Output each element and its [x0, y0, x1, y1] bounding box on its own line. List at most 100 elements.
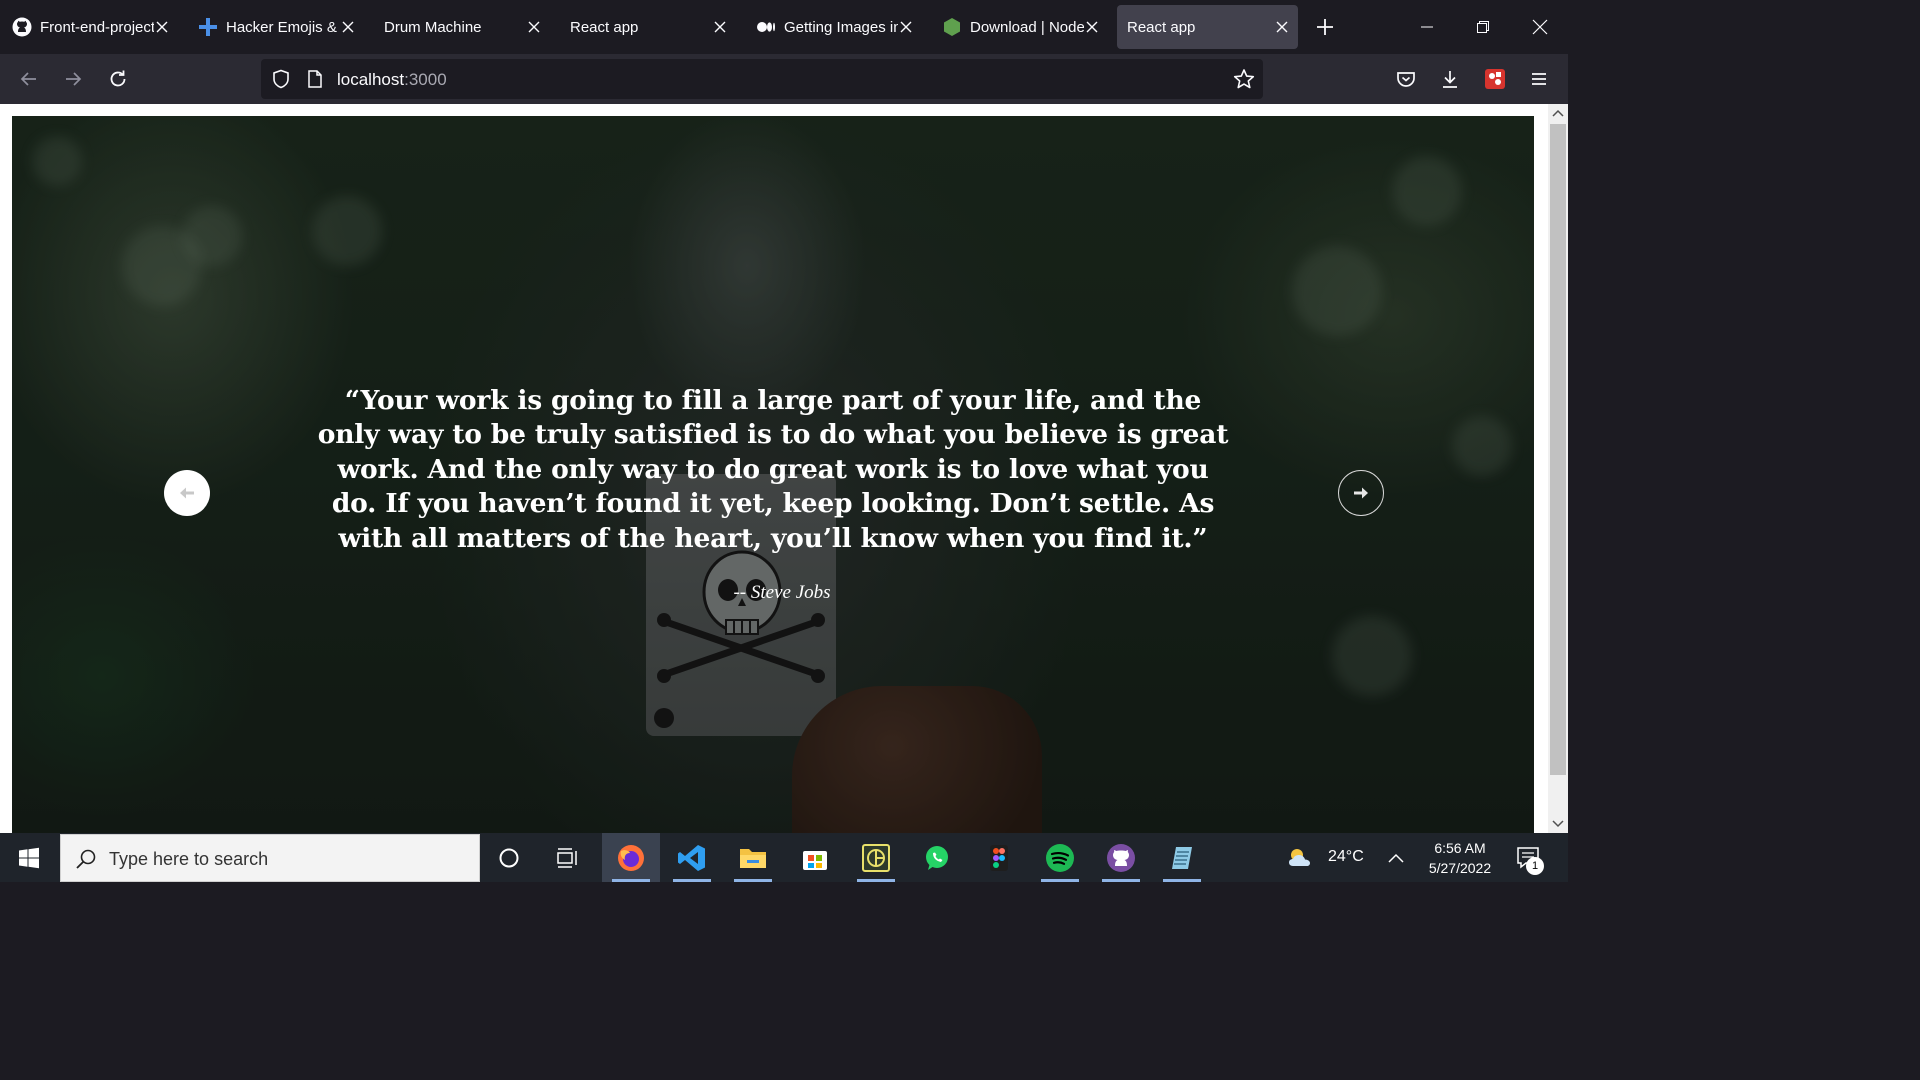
forward-button[interactable] — [61, 67, 85, 91]
tab-hacker-emojis[interactable]: Hacker Emojis & T — [188, 5, 364, 49]
close-icon[interactable] — [1274, 19, 1290, 35]
github-icon — [12, 17, 32, 37]
previous-slide-button[interactable] — [164, 470, 210, 516]
taskbar-github-desktop[interactable] — [1092, 833, 1150, 882]
pocket-icon — [1397, 72, 1415, 87]
extension-button[interactable] — [1483, 67, 1507, 91]
hamburger-menu-icon — [1532, 73, 1546, 85]
page-viewport: “Your work is going to fill a large part… — [0, 104, 1548, 833]
start-button[interactable] — [0, 833, 58, 882]
scroll-down-icon[interactable] — [1552, 817, 1564, 829]
node-icon — [942, 17, 962, 37]
download-icon — [1443, 71, 1457, 88]
tab-react-app[interactable]: React app — [560, 5, 736, 49]
taskbar-vscode[interactable] — [663, 833, 721, 882]
tab-title: Getting Images in — [784, 18, 898, 36]
pocket-button[interactable] — [1394, 67, 1418, 91]
taskbar-app[interactable] — [847, 833, 905, 882]
tab-title: Drum Machine — [384, 18, 482, 36]
close-icon[interactable] — [526, 19, 542, 35]
url-host: localhost — [337, 70, 405, 89]
temperature-text: 24°C — [1328, 848, 1364, 865]
arrow-left-icon — [180, 487, 194, 499]
reload-button[interactable] — [106, 67, 130, 91]
back-button[interactable] — [17, 67, 41, 91]
close-icon[interactable] — [340, 19, 356, 35]
vscode-icon — [678, 844, 705, 871]
clock-time: 6:56 AM — [1434, 840, 1486, 856]
url-port: :3000 — [404, 70, 447, 89]
new-tab-button[interactable] — [1313, 15, 1337, 39]
tab-title: Front-end-project — [40, 18, 154, 36]
taskbar-file-explorer[interactable] — [724, 833, 782, 882]
github-desktop-icon — [1107, 843, 1135, 872]
taskbar-spotify[interactable] — [1031, 833, 1089, 882]
tab-react-app-active[interactable]: React app — [1117, 5, 1298, 49]
cortana-icon — [499, 848, 519, 867]
scroll-up-icon[interactable] — [1552, 108, 1564, 120]
weather-widget[interactable] — [1276, 833, 1326, 882]
next-slide-button[interactable] — [1338, 470, 1384, 516]
medium-icon — [756, 17, 776, 37]
app-icon — [862, 843, 890, 872]
task-view-icon — [557, 847, 577, 868]
restore-icon — [1477, 21, 1489, 33]
page-icon[interactable] — [306, 70, 324, 88]
restore-button[interactable] — [1470, 14, 1496, 40]
arrow-right-icon — [1354, 487, 1368, 499]
menu-button[interactable] — [1527, 67, 1551, 91]
clock[interactable]: 6:56 AM 5/27/2022 — [1410, 838, 1510, 878]
close-icon[interactable] — [1084, 19, 1100, 35]
notepad-icon — [1172, 846, 1192, 869]
url-text[interactable]: localhost:3000 — [337, 70, 447, 90]
close-icon[interactable] — [712, 19, 728, 35]
quote-slider: “Your work is going to fill a large part… — [12, 116, 1534, 833]
firefox-icon — [618, 844, 644, 871]
chevron-up-icon — [1388, 853, 1404, 863]
task-view-button[interactable] — [539, 833, 597, 882]
notification-count-badge: 1 — [1526, 857, 1544, 875]
tab-title: Hacker Emojis & T — [226, 18, 340, 36]
taskbar-search-box[interactable]: Type here to search — [60, 834, 480, 882]
plus-cross-icon — [198, 17, 218, 37]
file-explorer-icon — [740, 848, 766, 868]
taskbar-whatsapp[interactable] — [908, 833, 966, 882]
quote-author: -- Steve Jobs — [733, 582, 831, 603]
weather-cloud-icon — [1289, 848, 1310, 866]
tab-front-end-project[interactable]: Front-end-project — [2, 5, 178, 49]
reload-icon — [110, 70, 126, 87]
downloads-button[interactable] — [1438, 67, 1462, 91]
navigation-toolbar: localhost:3000 — [0, 54, 1568, 104]
whatsapp-icon — [926, 845, 948, 870]
tab-title: Download | Node — [970, 18, 1084, 36]
figma-icon — [990, 844, 1008, 871]
quote-text: “Your work is going to fill a large part… — [317, 385, 1229, 554]
tab-download-node[interactable]: Download | Node — [932, 5, 1108, 49]
tab-title: React app — [570, 18, 639, 36]
tab-drum-machine[interactable]: Drum Machine — [374, 5, 550, 49]
close-icon[interactable] — [154, 19, 170, 35]
tab-strip: Front-end-project Hacker Emojis & T Drum… — [0, 0, 1568, 54]
close-icon[interactable] — [898, 19, 914, 35]
extension-icon — [1485, 69, 1505, 89]
taskbar-figma[interactable] — [970, 833, 1028, 882]
tab-title: React app — [1127, 18, 1196, 36]
url-bar[interactable]: localhost:3000 — [261, 59, 1263, 99]
taskbar-microsoft-store[interactable] — [786, 833, 844, 882]
tab-getting-images[interactable]: Getting Images in — [746, 5, 922, 49]
arrow-right-icon — [66, 72, 82, 86]
bookmark-star-icon[interactable] — [1233, 68, 1255, 90]
taskbar-notepad[interactable] — [1153, 833, 1211, 882]
close-icon — [1532, 19, 1548, 35]
shield-icon[interactable] — [271, 69, 291, 89]
windows-logo-icon — [19, 847, 39, 868]
taskbar-firefox[interactable] — [602, 833, 660, 882]
vertical-scrollbar[interactable] — [1548, 104, 1568, 833]
spotify-icon — [1046, 843, 1074, 872]
minimize-button[interactable] — [1414, 14, 1440, 40]
microsoft-store-icon — [803, 850, 827, 870]
arrow-left-icon — [20, 72, 36, 86]
cortana-button[interactable] — [480, 833, 538, 882]
scrollbar-thumb[interactable] — [1550, 124, 1566, 775]
close-window-button[interactable] — [1527, 14, 1553, 40]
